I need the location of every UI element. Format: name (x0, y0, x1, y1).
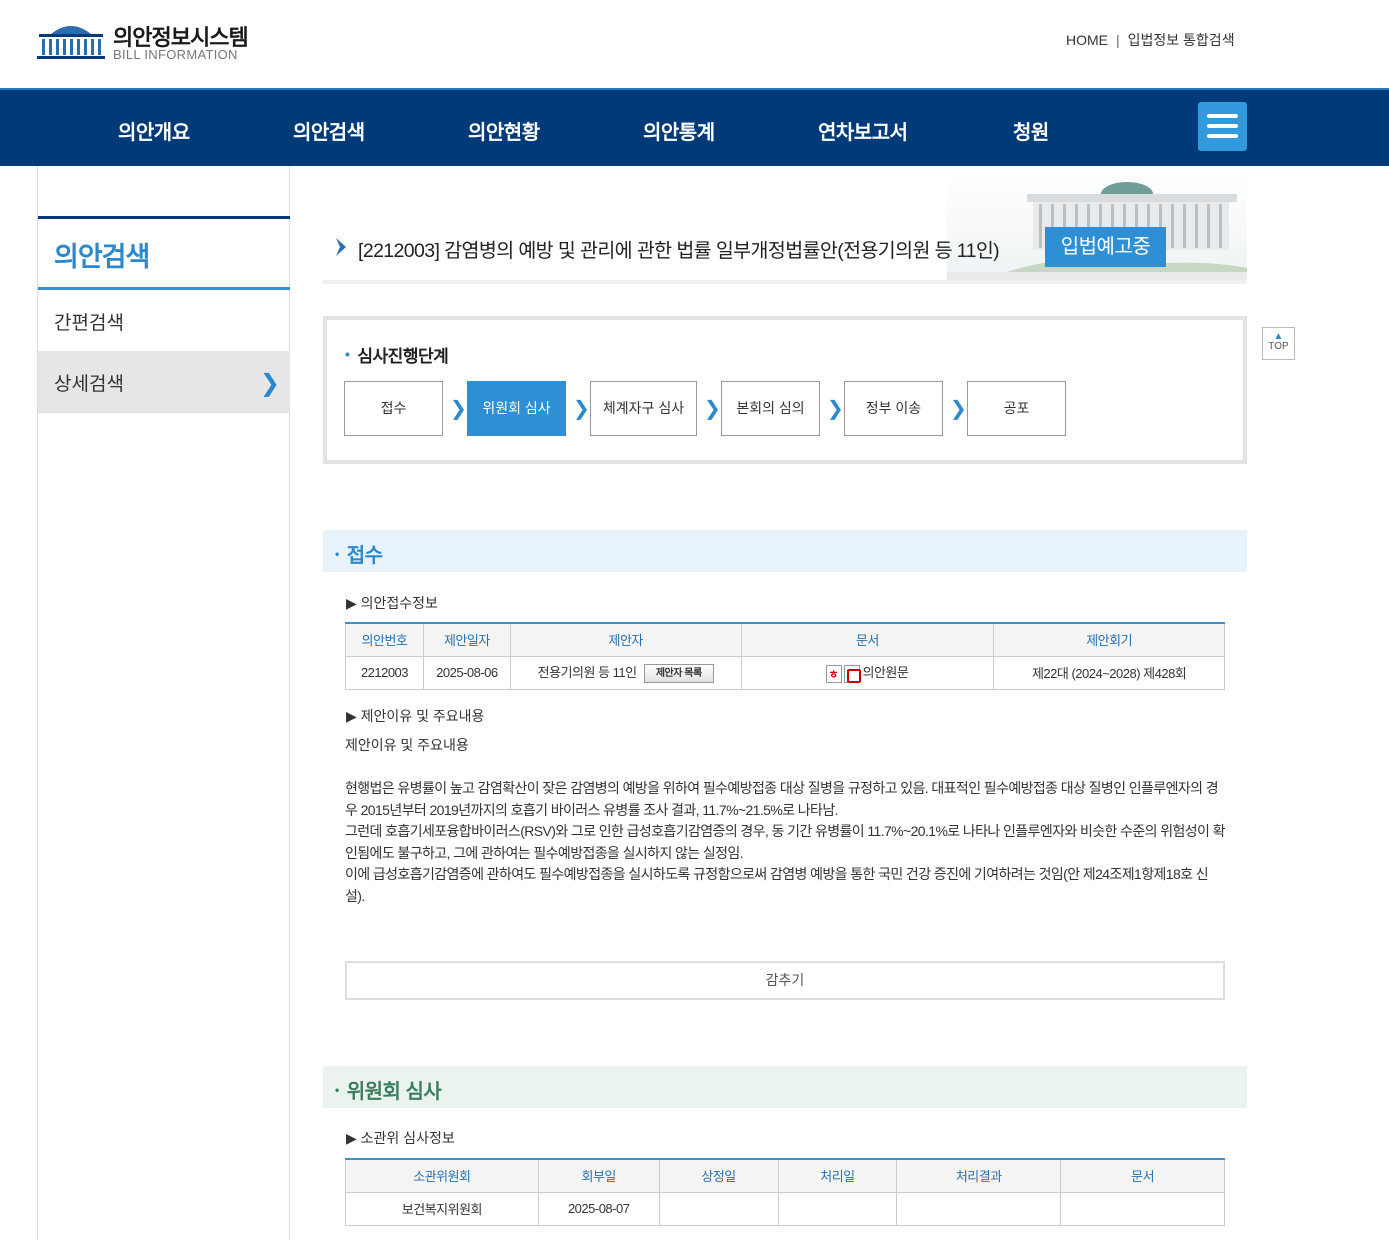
bill-no-cell: 2212003 (345, 655, 424, 690)
document-cell: 의안원문 (740, 655, 995, 690)
nav-item-annual-report[interactable]: 연차보고서 (818, 116, 908, 145)
col-agenda-date: 상정일 (658, 1159, 779, 1193)
document-link[interactable]: 의안원문 (862, 665, 908, 680)
sidebar: 의안검색 간편검색 상세검색 ❯ (37, 166, 290, 1240)
col-document: 문서 (740, 623, 995, 657)
logo-subtitle: BILL INFORMATION (113, 47, 238, 62)
committee-cell: 보건복지위원회 (345, 1191, 539, 1226)
nav-item-status[interactable]: 의안현황 (468, 116, 540, 145)
reason-paragraph: 그런데 호흡기세포융합바이러스(RSV)와 그로 인한 급성호흡기감염증의 경우… (345, 823, 1226, 861)
section-title: 위원회 심사 (346, 1081, 442, 1103)
chevron-right-icon: ❯ (259, 370, 280, 397)
document-cell (1060, 1191, 1225, 1226)
sidebar-header: 의안검색 (38, 216, 290, 290)
reason-paragraph: 현행법은 유병률이 높고 감염확산이 잦은 감염병의 예방을 위하여 필수예방접… (345, 780, 1219, 818)
nav-item-statistics[interactable]: 의안통계 (643, 116, 715, 145)
proposer-cell: 전용기의원 등 11인 제안자 목록 (509, 655, 742, 690)
col-committee: 소관위원회 (345, 1159, 539, 1193)
main-nav: 의안개요 의안검색 의안현황 의안통계 연차보고서 청원 (0, 88, 1389, 166)
assembly-building-icon (37, 26, 105, 59)
step-arrow-icon: ❯ (704, 398, 721, 420)
sidebar-item-detail-search[interactable]: 상세검색 ❯ (38, 351, 290, 413)
receipt-table: 의안번호 제안일자 제안자 문서 제안회기 2212003 2025-08-06… (345, 622, 1225, 690)
proposer-list-button[interactable]: 제안자 목록 (643, 664, 714, 684)
section-title: 접수 (346, 545, 383, 567)
hide-button[interactable]: 감추기 (345, 961, 1225, 1000)
table-row: 2212003 2025-08-06 전용기의원 등 11인 제안자 목록 의안… (345, 655, 1225, 690)
nav-item-search[interactable]: 의안검색 (293, 116, 365, 145)
step-legal-review[interactable]: 체계자구 심사 (590, 381, 697, 436)
step-government-transfer[interactable]: 정부 이송 (844, 381, 943, 436)
col-referral-date: 회부일 (537, 1159, 660, 1193)
nav-item-overview[interactable]: 의안개요 (118, 116, 190, 145)
col-proposer: 제안자 (509, 623, 742, 657)
step-arrow-icon: ❯ (450, 398, 467, 420)
referral-date-cell: 2025-08-07 (537, 1191, 660, 1226)
step-committee-review[interactable]: 위원회 심사 (467, 381, 566, 436)
sidebar-title: 의안검색 (54, 242, 150, 272)
session-cell: 제22대 (2024~2028) 제428회 (993, 655, 1225, 690)
col-result: 처리결과 (896, 1159, 1062, 1193)
stage-title: • 심사진행단계 (345, 346, 449, 366)
nav-item-petition[interactable]: 청원 (1013, 116, 1049, 145)
table-row: 보건복지위원회 2025-08-07 (345, 1191, 1225, 1226)
bill-title-area: [2212003] 감염병의 예방 및 관리에 관한 법률 일부개정법률안(전용… (323, 172, 1247, 284)
col-date: 제안일자 (422, 623, 511, 657)
sidebar-item-label: 상세검색 (54, 374, 124, 395)
site-header: 의안정보시스템 BILL INFORMATION HOME | 입법정보 통합검색 (0, 0, 1389, 88)
table-header-row: 의안번호 제안일자 제안자 문서 제안회기 (345, 623, 1225, 657)
col-bill-no: 의안번호 (345, 623, 424, 657)
bill-title: [2212003] 감염병의 예방 및 관리에 관한 법률 일부개정법률안(전용… (358, 240, 1000, 262)
committee-table: 소관위원회 회부일 상정일 처리일 처리결과 문서 보건복지위원회 2025-0… (345, 1158, 1225, 1226)
reason-heading: 제안이유 및 주요내용 (345, 737, 469, 753)
pdf-file-icon[interactable] (844, 664, 862, 683)
scroll-top-button[interactable]: ▲ TOP (1262, 327, 1295, 360)
process-date-cell (777, 1191, 898, 1226)
reason-title: ▶ 제안이유 및 주요내용 (346, 708, 485, 724)
step-promulgation[interactable]: 공포 (967, 381, 1066, 436)
table-header-row: 소관위원회 회부일 상정일 처리일 처리결과 문서 (345, 1159, 1225, 1193)
col-document: 문서 (1060, 1159, 1225, 1193)
receipt-info-title: ▶ 의안접수정보 (346, 595, 438, 611)
sidebar-item-label: 간편검색 (54, 313, 124, 334)
utility-links: HOME | 입법정보 통합검색 (1066, 30, 1235, 50)
section-receipt-header: • 접수 (323, 530, 1247, 572)
home-link[interactable]: HOME (1066, 32, 1108, 48)
step-receipt[interactable]: 접수 (344, 381, 443, 436)
sidebar-item-simple-search[interactable]: 간편검색 (38, 290, 290, 352)
agenda-date-cell (658, 1191, 779, 1226)
section-committee-header: • 위원회 심사 (323, 1066, 1247, 1108)
step-arrow-icon: ❯ (573, 398, 590, 420)
integrated-search-link[interactable]: 입법정보 통합검색 (1128, 32, 1235, 48)
result-cell (896, 1191, 1062, 1226)
col-session: 제안회기 (993, 623, 1225, 657)
chevron-right-icon (336, 238, 346, 256)
step-plenary[interactable]: 본회의 심의 (721, 381, 820, 436)
util-separator: | (1116, 32, 1120, 48)
site-logo[interactable]: 의안정보시스템 BILL INFORMATION (37, 20, 257, 64)
review-stage-box: • 심사진행단계 접수 ❯ 위원회 심사 ❯ 체계자구 심사 ❯ 본회의 심의 ❯… (323, 316, 1247, 464)
hwp-file-icon[interactable] (826, 664, 843, 683)
col-process-date: 처리일 (777, 1159, 898, 1193)
legislative-notice-badge[interactable]: 입법예고중 (1045, 227, 1166, 267)
step-arrow-icon: ❯ (950, 398, 967, 420)
committee-info-title: ▶ 소관위 심사정보 (346, 1130, 455, 1146)
step-arrow-icon: ❯ (827, 398, 844, 420)
reason-body: 현행법은 유병률이 높고 감염확산이 잦은 감염병의 예방을 위하여 필수예방접… (345, 778, 1226, 907)
date-cell: 2025-08-06 (422, 655, 511, 690)
hamburger-icon[interactable] (1198, 102, 1247, 151)
proposer-text: 전용기의원 등 11인 (537, 664, 637, 680)
reason-paragraph: 이에 급성호흡기감염증에 관하여도 필수예방접종을 실시하도록 규정함으로써 감… (345, 866, 1209, 904)
title-divider (323, 280, 1247, 284)
